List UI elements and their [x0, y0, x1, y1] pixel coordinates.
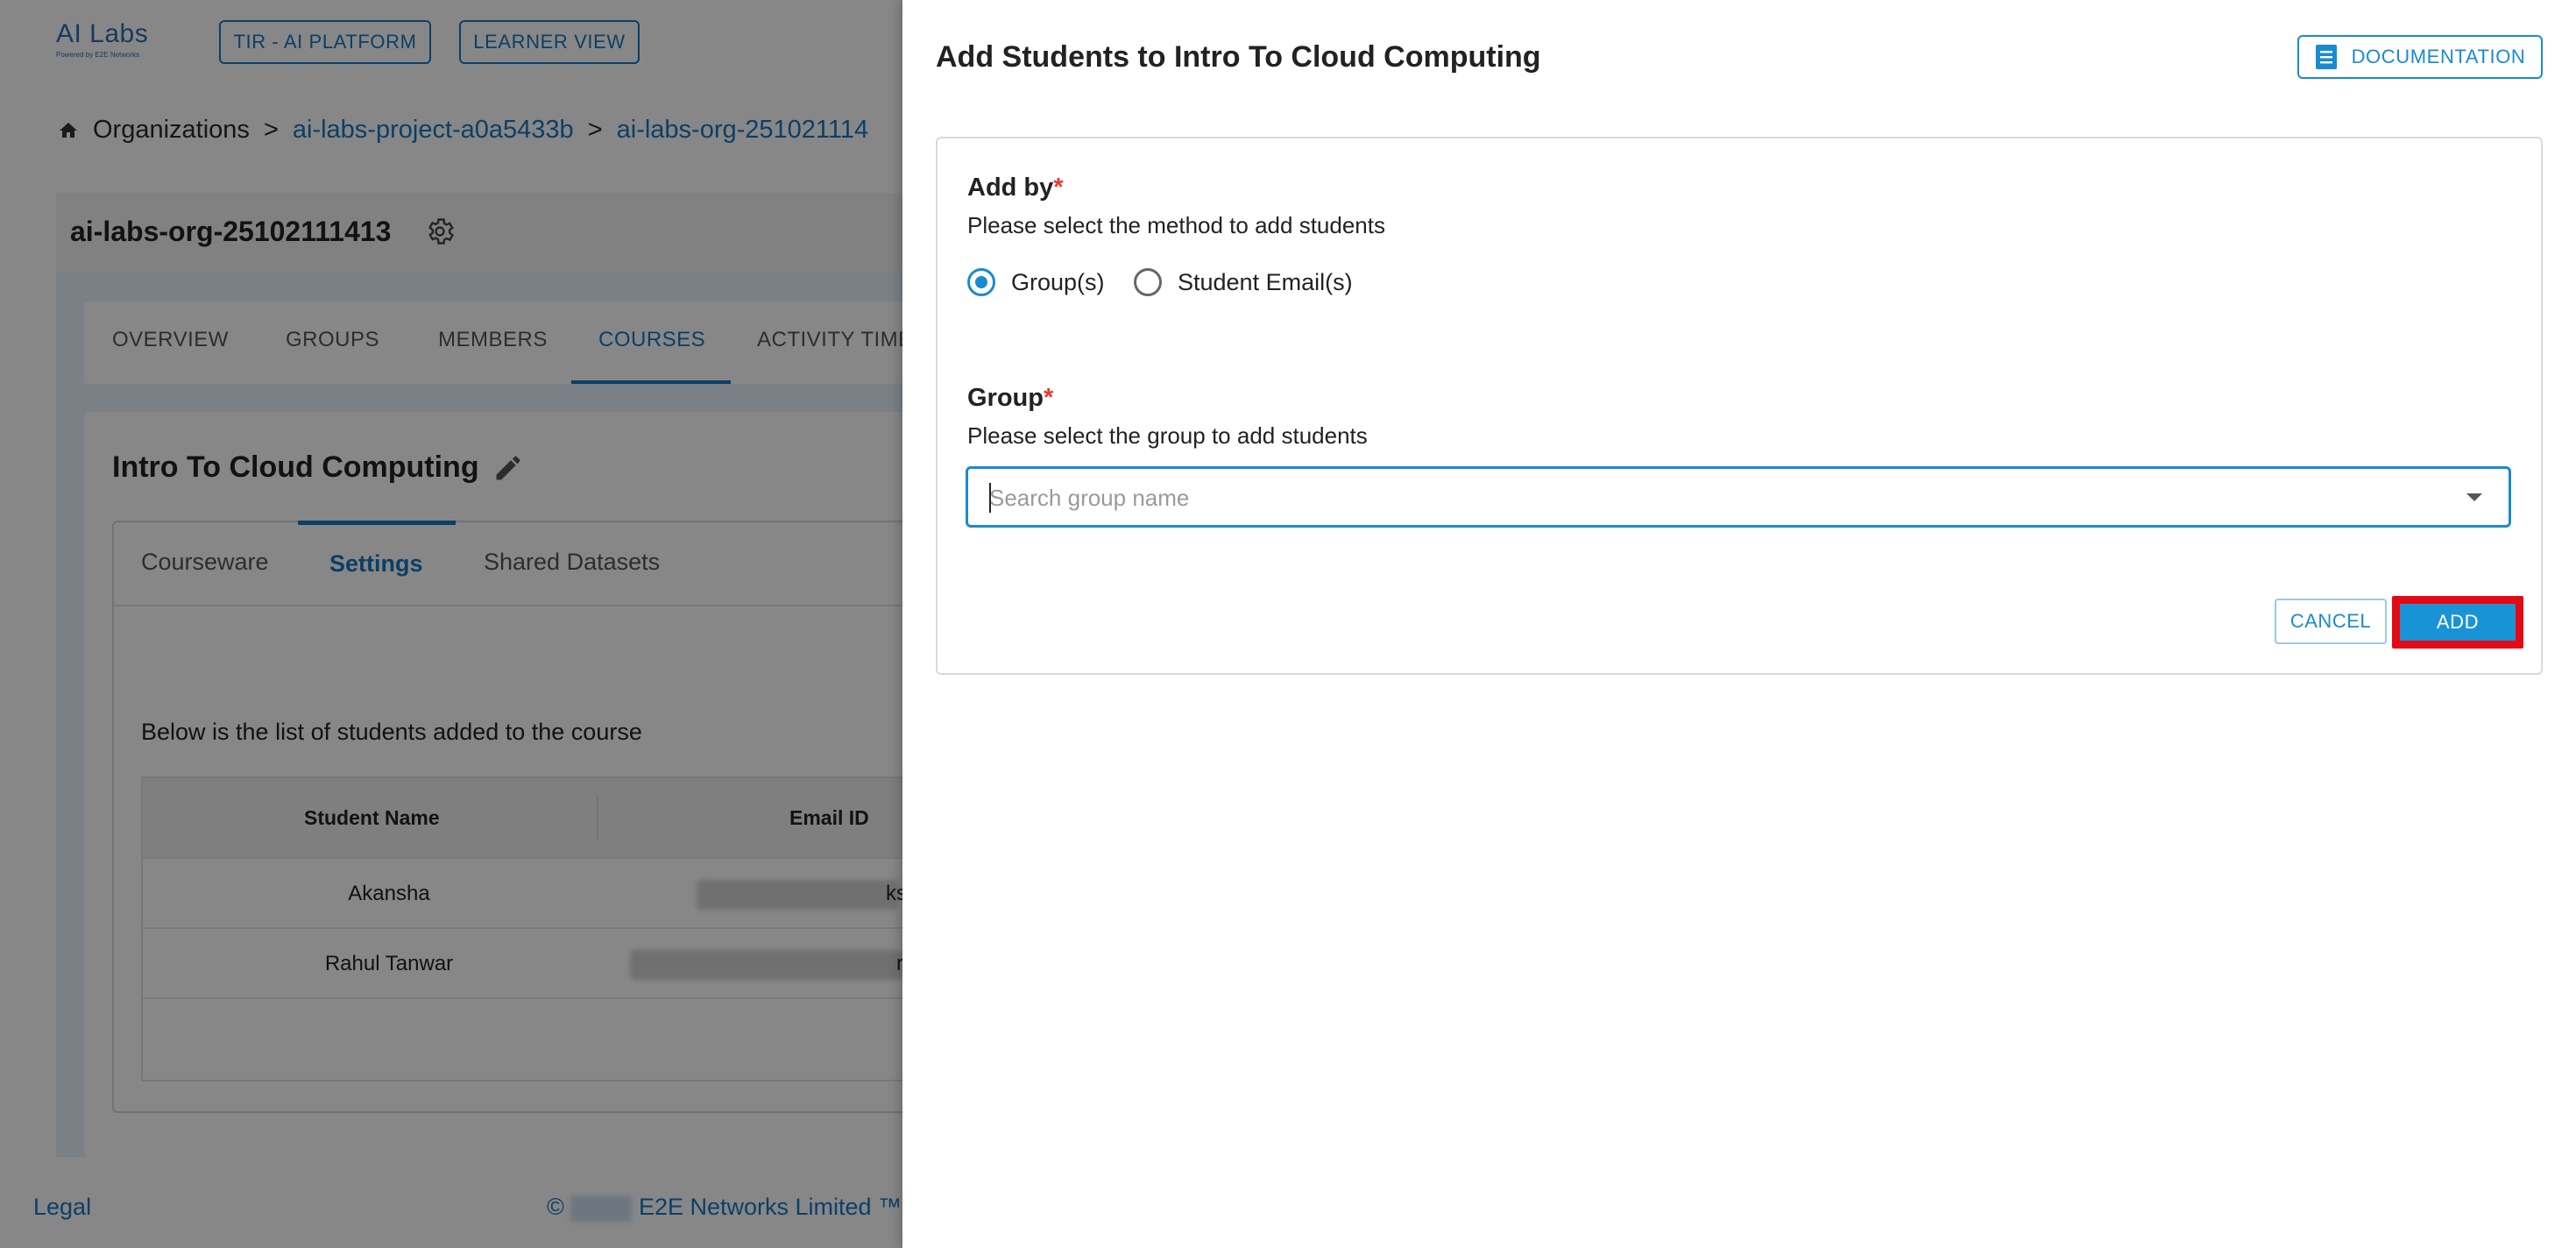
- radio-button-checked[interactable]: [967, 268, 995, 296]
- chevron-down-icon[interactable]: [2466, 493, 2482, 501]
- document-icon: [2315, 45, 2337, 69]
- text-cursor: [989, 483, 991, 513]
- radio-option-groups[interactable]: Group(s): [967, 268, 1105, 296]
- documentation-button[interactable]: DOCUMENTATION: [2297, 35, 2543, 79]
- drawer-title: Add Students to Intro To Cloud Computing: [936, 40, 1541, 74]
- required-mark: *: [1053, 174, 1064, 202]
- radio-label-student-emails: Student Email(s): [1178, 268, 1353, 295]
- required-mark: *: [1044, 384, 1054, 412]
- add-by-label-text: Add by: [967, 174, 1054, 202]
- add-button[interactable]: ADD: [2400, 604, 2516, 641]
- add-button-highlight[interactable]: ADD: [2392, 596, 2523, 649]
- add-students-drawer: Add Students to Intro To Cloud Computing…: [902, 0, 2576, 1248]
- group-label-text: Group: [967, 384, 1044, 412]
- add-students-form: Add by* Please select the method to add …: [936, 137, 2543, 675]
- documentation-label: DOCUMENTATION: [2351, 46, 2526, 67]
- add-by-help: Please select the method to add students: [967, 212, 1385, 238]
- radio-label-groups: Group(s): [1011, 268, 1105, 295]
- radio-button-unchecked[interactable]: [1134, 268, 1162, 296]
- group-search-input[interactable]: [989, 481, 2426, 514]
- cancel-button[interactable]: CANCEL: [2275, 599, 2387, 644]
- group-label: Group*: [967, 384, 1053, 413]
- group-select[interactable]: [966, 466, 2511, 528]
- radio-option-student-emails[interactable]: Student Email(s): [1134, 268, 1353, 296]
- modal-backdrop[interactable]: [0, 0, 902, 1248]
- group-help: Please select the group to add students: [967, 422, 1368, 449]
- add-by-label: Add by*: [967, 174, 1064, 202]
